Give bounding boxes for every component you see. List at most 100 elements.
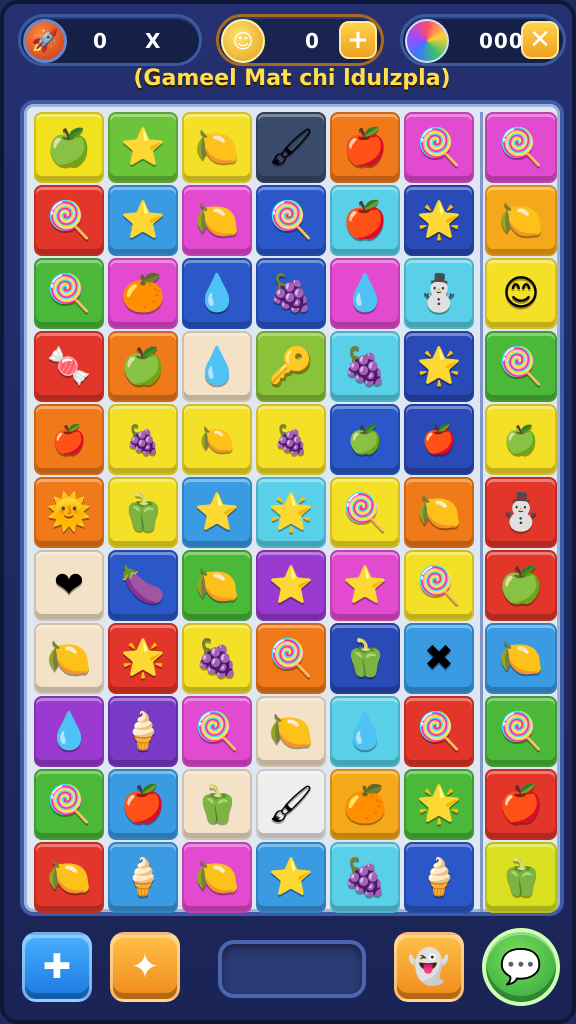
game-tile[interactable]: 🌟 [256, 477, 326, 548]
game-tile[interactable]: 🍇 [330, 331, 400, 402]
game-tile[interactable]: ⭐ [256, 550, 326, 621]
game-tile[interactable]: 🍬 [34, 331, 104, 402]
game-tile[interactable]: ⭐ [108, 112, 178, 183]
game-tile[interactable]: 💧 [330, 258, 400, 329]
game-tile[interactable]: 🫑 [108, 477, 178, 548]
game-tile[interactable]: 🍭 [404, 696, 474, 767]
add-coins-button[interactable]: + [339, 21, 377, 59]
game-frame: 🚀 0 X ☺ 0 + 000 ✕ (Gameel Mat chi ldulzp… [0, 0, 576, 1024]
game-tile[interactable]: 🍋 [182, 842, 252, 913]
ice-cream-icon: 🍦 [416, 856, 462, 898]
game-tile[interactable]: ❤ [34, 550, 104, 621]
game-tile[interactable]: 🫑 [485, 842, 557, 913]
game-tile[interactable]: 🍇 [108, 404, 178, 475]
game-tile[interactable]: 🍭 [256, 623, 326, 694]
blue-lollipop-icon: 🍭 [498, 345, 544, 387]
game-tile[interactable]: 🍭 [485, 112, 557, 183]
green-pepper-icon: 🫑 [120, 491, 166, 533]
game-tile[interactable]: 🍏 [485, 550, 557, 621]
game-tile[interactable]: 💧 [182, 331, 252, 402]
game-tile[interactable]: 🔑 [256, 331, 326, 402]
lemon-icon: 🍋 [194, 199, 240, 241]
lemon-icon: 🍋 [416, 491, 462, 533]
game-tile[interactable]: 🍭 [34, 769, 104, 840]
heart-icon: ❤ [53, 564, 85, 606]
game-tile[interactable]: 🍎 [330, 112, 400, 183]
game-tile[interactable]: 🖌 [256, 769, 326, 840]
game-tile[interactable]: 💧 [34, 696, 104, 767]
coins-value: 0 [305, 29, 320, 53]
game-tile[interactable]: 💧 [182, 258, 252, 329]
game-tile[interactable]: 🍭 [34, 258, 104, 329]
game-tile[interactable]: ✖ [404, 623, 474, 694]
brush-icon: 🖌 [268, 126, 314, 168]
game-tile[interactable]: 🍊 [108, 258, 178, 329]
game-tile[interactable]: 🍦 [108, 842, 178, 913]
green-pepper-icon: 🫑 [194, 783, 240, 825]
game-tile[interactable]: 🍭 [485, 696, 557, 767]
game-tile[interactable]: 🍎 [108, 769, 178, 840]
blue-lollipop-icon: 🍭 [416, 564, 462, 606]
game-tile[interactable]: 🍏 [330, 404, 400, 475]
game-tile[interactable]: 🌟 [108, 623, 178, 694]
game-tile[interactable]: 🍎 [485, 769, 557, 840]
game-tile[interactable]: 🍋 [485, 185, 557, 256]
chat-button[interactable]: 💬 [482, 928, 560, 1006]
close-button[interactable]: ✕ [521, 21, 559, 59]
game-tile[interactable]: 🍋 [182, 185, 252, 256]
game-tile[interactable]: 🍇 [256, 404, 326, 475]
game-tile[interactable]: 🌟 [404, 185, 474, 256]
game-tile[interactable]: 🖌 [256, 112, 326, 183]
game-tile[interactable]: 🍇 [330, 842, 400, 913]
bandage-button[interactable]: ✦ [110, 932, 180, 1002]
red-apple-icon: 🍎 [498, 783, 544, 825]
game-tile[interactable]: 🌟 [404, 331, 474, 402]
game-tile[interactable]: 🍋 [182, 550, 252, 621]
game-tile[interactable]: 🍋 [182, 404, 252, 475]
game-tile[interactable]: 🍭 [404, 550, 474, 621]
game-tile[interactable]: 🍋 [404, 477, 474, 548]
game-tile[interactable]: ⭐ [256, 842, 326, 913]
game-tile[interactable]: 🍊 [330, 769, 400, 840]
game-tile[interactable]: 🍋 [485, 623, 557, 694]
game-tile[interactable]: 🍏 [34, 112, 104, 183]
game-tile[interactable]: 🌞 [34, 477, 104, 548]
game-tile[interactable]: ⭐ [330, 550, 400, 621]
game-tile[interactable]: 🍭 [182, 696, 252, 767]
game-tile[interactable]: 🍋 [256, 696, 326, 767]
star-face-icon: 🌟 [120, 637, 166, 679]
purple-grape-icon: 🍇 [342, 345, 388, 387]
game-tile[interactable]: 🍇 [256, 258, 326, 329]
game-tile[interactable]: 🍦 [404, 842, 474, 913]
game-tile[interactable]: 🍎 [330, 185, 400, 256]
game-tile[interactable]: 🍎 [34, 404, 104, 475]
game-tile[interactable]: 🍦 [108, 696, 178, 767]
game-tile[interactable]: 🍭 [485, 331, 557, 402]
game-tile[interactable]: 🍋 [34, 842, 104, 913]
game-tile[interactable]: ⛄ [485, 477, 557, 548]
game-tile[interactable]: 🍭 [34, 185, 104, 256]
game-tile[interactable]: 🫑 [330, 623, 400, 694]
game-tile[interactable]: 🍭 [330, 477, 400, 548]
game-tile[interactable]: ⭐ [182, 477, 252, 548]
game-tile[interactable]: 🍋 [34, 623, 104, 694]
game-tile[interactable]: ⭐ [108, 185, 178, 256]
lemon-icon: 🍋 [46, 637, 92, 679]
game-tile[interactable]: 🌟 [404, 769, 474, 840]
game-tile[interactable]: 🫑 [182, 769, 252, 840]
game-tile[interactable]: 😊 [485, 258, 557, 329]
game-tile[interactable]: ⛄ [404, 258, 474, 329]
game-tile[interactable]: 🍎 [404, 404, 474, 475]
lives-counter[interactable]: 🚀 0 X [18, 14, 202, 66]
ghost-button[interactable]: 👻 [394, 932, 464, 1002]
puzzle-button[interactable]: ✚ [22, 932, 92, 1002]
pink-lollipop-icon: 🍭 [268, 637, 314, 679]
game-tile[interactable]: 🍭 [404, 112, 474, 183]
game-tile[interactable]: 💧 [330, 696, 400, 767]
game-tile[interactable]: 🍭 [256, 185, 326, 256]
game-tile[interactable]: 🍏 [485, 404, 557, 475]
game-tile[interactable]: 🍆 [108, 550, 178, 621]
game-tile[interactable]: 🍇 [182, 623, 252, 694]
game-tile[interactable]: 🍋 [182, 112, 252, 183]
game-tile[interactable]: 🍏 [108, 331, 178, 402]
